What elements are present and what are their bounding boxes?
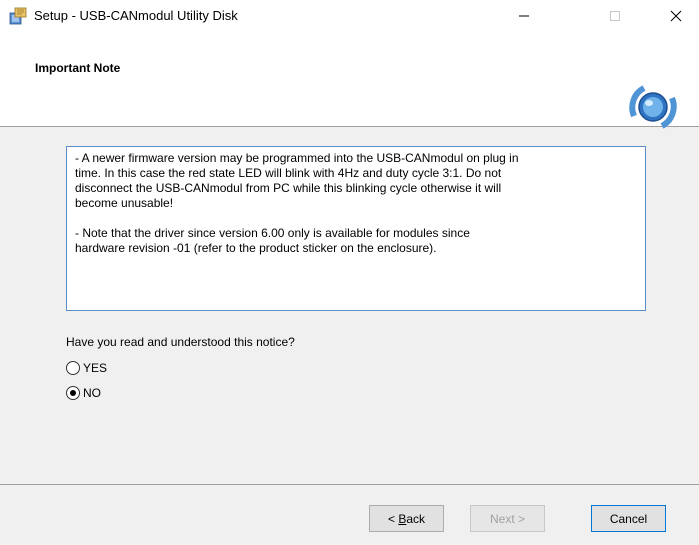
cancel-button[interactable]: Cancel: [591, 505, 666, 532]
back-button-prefix: <: [387, 511, 399, 526]
notice-paragraph-1: - A newer firmware version may be progra…: [75, 151, 519, 210]
close-button[interactable]: [653, 0, 699, 31]
maximize-button: [592, 0, 638, 31]
wizard-globe-icon: [629, 85, 677, 129]
radio-yes-label[interactable]: YES: [83, 361, 107, 375]
radio-no-label[interactable]: NO: [83, 386, 101, 400]
back-button-hotkey: B: [398, 511, 407, 526]
back-button[interactable]: < Back: [369, 505, 444, 532]
window-title: Setup - USB-CANmodul Utility Disk: [34, 8, 238, 23]
title-bar[interactable]: Setup - USB-CANmodul Utility Disk: [0, 0, 699, 31]
wizard-header: Important Note: [0, 31, 699, 129]
maximize-icon: [610, 10, 620, 21]
minimize-icon: [519, 15, 529, 16]
page-title: Important Note: [35, 61, 121, 75]
setup-window: Setup - USB-CANmodul Utility Disk Import…: [0, 0, 699, 545]
radio-yes-circle[interactable]: [66, 361, 80, 375]
close-icon: [670, 10, 682, 21]
confirm-question: Have you read and understood this notice…: [66, 335, 295, 349]
footer-divider: [0, 484, 699, 485]
notice-textbox[interactable]: - A newer firmware version may be progra…: [66, 146, 646, 311]
next-button[interactable]: Next >: [470, 505, 545, 532]
setup-app-icon: [9, 7, 27, 25]
minimize-button[interactable]: [501, 0, 547, 31]
radio-no-circle[interactable]: [66, 386, 80, 400]
radio-no[interactable]: NO: [66, 384, 101, 402]
notice-paragraph-2: - Note that the driver since version 6.0…: [75, 226, 470, 255]
radio-yes[interactable]: YES: [66, 359, 107, 377]
back-button-rest: ack: [406, 511, 426, 526]
